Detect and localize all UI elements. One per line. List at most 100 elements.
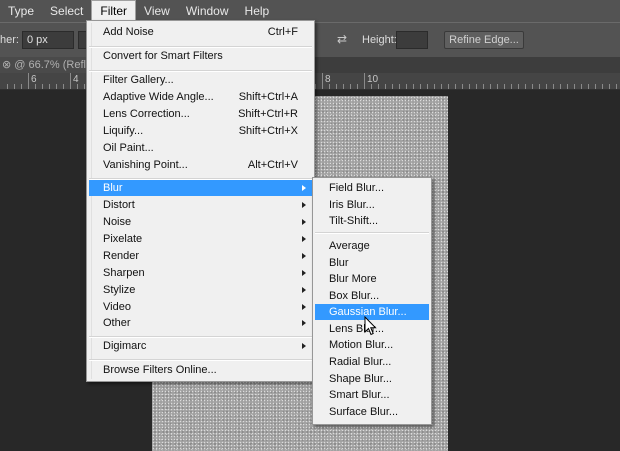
blur-menu-item-blur[interactable]: Blur <box>315 255 429 271</box>
ruler-minor-tick <box>378 84 379 89</box>
ruler-minor-tick <box>532 84 533 89</box>
menu-item-label: Surface Blur... <box>329 406 399 418</box>
filter-menu-item-sharpen[interactable]: Sharpen <box>89 265 312 281</box>
menu-item-label: Tilt-Shift... <box>329 215 379 227</box>
blur-menu-item-surface-blur[interactable]: Surface Blur... <box>315 404 429 420</box>
ruler-minor-tick <box>511 84 512 89</box>
filter-menu-item-liquify[interactable]: Liquify... Shift+Ctrl+X <box>89 123 312 139</box>
menu-item-label: Field Blur... <box>329 182 385 194</box>
filter-menu-item-distort[interactable]: Distort <box>89 197 312 213</box>
menu-item-label: Liquify... <box>103 125 144 137</box>
menu-item-label: Iris Blur... <box>329 199 375 211</box>
menu-type[interactable]: Type <box>0 0 42 22</box>
filter-menu-item-pixelate[interactable]: Pixelate <box>89 231 312 247</box>
ruler-minor-tick <box>7 84 8 89</box>
blur-menu-item-shape-blur[interactable]: Shape Blur... <box>315 371 429 387</box>
filter-menu-item-stylize[interactable]: Stylize <box>89 282 312 298</box>
menu-item-label: Distort <box>103 199 135 211</box>
ruler-minor-tick <box>455 84 456 89</box>
filter-menu-item-adaptive-wide-angle[interactable]: Adaptive Wide Angle... Shift+Ctrl+A <box>89 89 312 105</box>
ruler-minor-tick <box>77 84 78 89</box>
blur-menu-item-smart-blur[interactable]: Smart Blur... <box>315 387 429 403</box>
filter-menu-item-blur[interactable]: Blur <box>89 180 312 196</box>
height-input[interactable] <box>396 31 428 49</box>
submenu-arrow-icon <box>302 202 306 208</box>
ruler-minor-tick <box>476 84 477 89</box>
menu-item-label: Lens Correction... <box>103 108 190 120</box>
menu-help[interactable]: Help <box>237 0 278 22</box>
menu-item-label: Add Noise <box>103 26 154 38</box>
filter-menu-item-filter-gallery[interactable]: Filter Gallery... <box>89 72 312 88</box>
ruler-minor-tick <box>448 84 449 89</box>
filter-menu-item-render[interactable]: Render <box>89 248 312 264</box>
ruler-minor-tick <box>490 84 491 89</box>
ruler-minor-tick <box>329 84 330 89</box>
menu-separator <box>89 359 312 361</box>
ruler-minor-tick <box>336 84 337 89</box>
ruler-minor-tick <box>588 84 589 89</box>
blur-menu-item-tilt-shift[interactable]: Tilt-Shift... <box>315 213 429 229</box>
blur-menu-item-iris-blur[interactable]: Iris Blur... <box>315 197 429 213</box>
submenu-arrow-icon <box>302 236 306 242</box>
ruler-minor-tick <box>350 84 351 89</box>
filter-menu: Add Noise Ctrl+F Convert for Smart Filters… <box>86 20 315 382</box>
ruler-minor-tick <box>56 84 57 89</box>
filter-menu-item-oil-paint[interactable]: Oil Paint... <box>89 140 312 156</box>
filter-menu-item-digimarc[interactable]: Digimarc <box>89 338 312 354</box>
ruler-minor-tick <box>567 84 568 89</box>
feather-input[interactable]: 0 px <box>22 31 74 49</box>
height-label: Height: <box>362 34 397 46</box>
submenu-arrow-icon <box>302 343 306 349</box>
submenu-arrow-icon <box>302 185 306 191</box>
blur-menu-item-blur-more[interactable]: Blur More <box>315 271 429 287</box>
blur-menu-item-field-blur[interactable]: Field Blur... <box>315 180 429 196</box>
filter-menu-item-noise[interactable]: Noise <box>89 214 312 230</box>
ruler-minor-tick <box>462 84 463 89</box>
filter-menu-item-browse-filters-online[interactable]: Browse Filters Online... <box>89 362 312 378</box>
ruler-minor-tick <box>63 84 64 89</box>
ruler-minor-tick <box>343 84 344 89</box>
ruler-minor-tick <box>525 84 526 89</box>
ruler-minor-tick <box>399 84 400 89</box>
blur-menu-item-radial-blur[interactable]: Radial Blur... <box>315 354 429 370</box>
ruler-minor-tick <box>28 84 29 89</box>
menu-item-label: Noise <box>103 216 132 228</box>
filter-menu-item-lens-correction[interactable]: Lens Correction... Shift+Ctrl+R <box>89 106 312 122</box>
menu-item-label: Oil Paint... <box>103 142 154 154</box>
menu-item-label: Digimarc <box>103 340 147 352</box>
menu-item-label: Video <box>103 301 131 313</box>
menu-item-label: Filter Gallery... <box>103 74 174 86</box>
filter-menu-item-add-noise[interactable]: Add Noise Ctrl+F <box>89 24 312 40</box>
ruler-minor-tick <box>392 84 393 89</box>
ruler-minor-tick <box>420 84 421 89</box>
mouse-cursor-icon <box>364 316 377 336</box>
ruler-minor-tick <box>546 84 547 89</box>
ruler-minor-tick <box>504 84 505 89</box>
menu-window[interactable]: Window <box>178 0 237 22</box>
menu-filter[interactable]: Filter <box>91 0 137 22</box>
ruler-minor-tick <box>364 84 365 89</box>
swap-arrows-icon[interactable]: ⇄ <box>334 31 350 47</box>
filter-menu-item-convert-for-smart-filters[interactable]: Convert for Smart Filters <box>89 48 312 64</box>
menu-item-label: Browse Filters Online... <box>103 364 217 376</box>
menu-view[interactable]: View <box>136 0 178 22</box>
menu-item-label: Pixelate <box>103 233 143 245</box>
ruler-minor-tick <box>560 84 561 89</box>
refine-edge-button[interactable]: Refine Edge... <box>444 31 524 49</box>
ruler-minor-tick <box>371 84 372 89</box>
ruler-minor-tick <box>427 84 428 89</box>
filter-menu-item-video[interactable]: Video <box>89 299 312 315</box>
menu-select[interactable]: Select <box>42 0 91 22</box>
close-icon[interactable]: ⊗ <box>2 59 14 71</box>
menu-item-label: Blur <box>329 257 349 269</box>
blur-menu-item-average[interactable]: Average <box>315 238 429 254</box>
submenu-arrow-icon <box>302 320 306 326</box>
menu-item-shortcut: Ctrl+F <box>267 26 298 38</box>
submenu-arrow-icon <box>302 253 306 259</box>
submenu-arrow-icon <box>302 287 306 293</box>
blur-menu-item-motion-blur[interactable]: Motion Blur... <box>315 337 429 353</box>
filter-menu-item-other[interactable]: Other <box>89 315 312 331</box>
ruler-minor-tick <box>434 84 435 89</box>
filter-menu-item-vanishing-point[interactable]: Vanishing Point... Alt+Ctrl+V <box>89 157 312 173</box>
blur-menu-item-box-blur[interactable]: Box Blur... <box>315 288 429 304</box>
